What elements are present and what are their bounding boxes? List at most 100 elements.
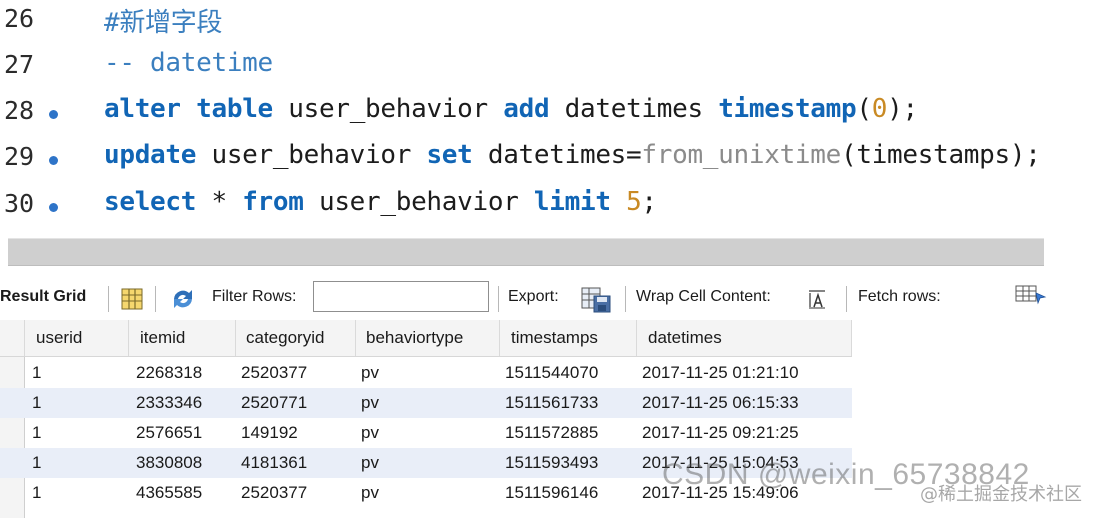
cell-itemid[interactable]: 2576651 (136, 423, 202, 443)
column-divider[interactable] (128, 320, 129, 356)
column-divider[interactable] (24, 320, 25, 356)
code-token: user_behavior (303, 187, 534, 217)
code-line: select * from user_behavior limit 5; (104, 187, 657, 217)
cell-categoryid[interactable]: 4181361 (241, 453, 307, 473)
editor-line[interactable]: 26 #新增字段 (0, 0, 1100, 46)
code-line: #新增字段 (104, 2, 222, 39)
table-row[interactable]: 1 2576651 149192 pv 1511572885 2017-11-2… (0, 418, 852, 448)
cell-behaviortype[interactable]: pv (361, 453, 379, 473)
code-token: -- datetime (104, 48, 273, 78)
cell-categoryid[interactable]: 2520377 (241, 483, 307, 503)
cell-categoryid[interactable]: 2520771 (241, 393, 307, 413)
cell-timestamps[interactable]: 1511544070 (505, 363, 598, 383)
code-line: -- datetime (104, 48, 273, 78)
filter-rows-input[interactable] (313, 281, 489, 312)
cell-itemid[interactable]: 4365585 (136, 483, 202, 503)
code-token: timestamp (718, 94, 857, 124)
cell-timestamps[interactable]: 1511596146 (505, 483, 598, 503)
column-divider[interactable] (235, 320, 236, 356)
cell-itemid[interactable]: 2333346 (136, 393, 202, 413)
cell-itemid[interactable]: 2268318 (136, 363, 202, 383)
cell-behaviortype[interactable]: pv (361, 423, 379, 443)
code-token: from (242, 187, 304, 217)
code-token: ( (856, 94, 872, 124)
code-token: 0 (871, 94, 888, 124)
column-header-datetimes[interactable]: datetimes (648, 328, 722, 348)
code-token: limit (533, 187, 611, 217)
toolbar-separator (625, 286, 626, 312)
line-number: 28 (4, 96, 35, 125)
cell-userid[interactable]: 1 (32, 483, 41, 503)
code-token: alter (104, 94, 181, 124)
column-divider[interactable] (499, 320, 500, 356)
statement-marker-icon[interactable] (49, 110, 58, 119)
column-divider[interactable] (851, 320, 852, 356)
cell-datetimes[interactable]: 2017-11-25 01:21:10 (642, 363, 799, 383)
toolbar-separator (108, 286, 109, 312)
code-token: select (104, 187, 197, 217)
code-token: datetimes (549, 94, 719, 124)
wrap-text-icon[interactable] (806, 288, 828, 310)
table-row[interactable]: 1 2333346 2520771 pv 1511561733 2017-11-… (0, 388, 852, 418)
cell-itemid[interactable]: 3830808 (136, 453, 202, 473)
cell-behaviortype[interactable]: pv (361, 393, 379, 413)
statement-marker-icon[interactable] (49, 203, 58, 212)
sql-editor[interactable]: 26 #新增字段 27 -- datetime 28 alter table u… (0, 0, 1100, 232)
line-number: 27 (4, 50, 35, 79)
column-header-timestamps[interactable]: timestamps (511, 328, 598, 348)
filter-rows-label: Filter Rows: (212, 288, 297, 305)
code-token: set (426, 140, 473, 170)
code-token: update (104, 140, 197, 170)
refresh-icon[interactable] (169, 286, 197, 312)
cell-datetimes[interactable]: 2017-11-25 09:21:25 (642, 423, 799, 443)
code-token: 5 (626, 187, 642, 217)
code-token: #新增字段 (104, 8, 223, 38)
cell-timestamps[interactable]: 1511561733 (505, 393, 598, 413)
editor-horizontal-scrollbar[interactable] (8, 238, 1044, 266)
code-token: user_behavior (196, 140, 427, 170)
cell-categoryid[interactable]: 2520377 (241, 363, 307, 383)
code-token: * (196, 187, 243, 217)
cell-userid[interactable]: 1 (32, 363, 41, 383)
column-header-categoryid[interactable]: categoryid (246, 328, 324, 348)
cell-datetimes[interactable]: 2017-11-25 06:15:33 (642, 393, 799, 413)
editor-line[interactable]: 28 alter table user_behavior add datetim… (0, 92, 1100, 138)
cell-behaviortype[interactable]: pv (361, 483, 379, 503)
toolbar-separator (155, 286, 156, 312)
statement-marker-icon[interactable] (49, 156, 58, 165)
code-token: from_unixtime (641, 140, 841, 170)
editor-line[interactable]: 27 -- datetime (0, 46, 1100, 92)
cell-userid[interactable]: 1 (32, 453, 41, 473)
column-header-itemid[interactable]: itemid (140, 328, 185, 348)
cell-timestamps[interactable]: 1511593493 (505, 453, 598, 473)
column-divider[interactable] (636, 320, 637, 356)
column-header-userid[interactable]: userid (36, 328, 82, 348)
line-number: 30 (4, 189, 35, 218)
grid-view-icon[interactable] (121, 287, 143, 311)
code-line: alter table user_behavior add datetimes … (104, 94, 918, 124)
cell-userid[interactable]: 1 (32, 423, 41, 443)
toolbar-separator (846, 286, 847, 312)
result-grid-tab[interactable]: Result Grid (0, 288, 86, 306)
table-row[interactable]: 1 2268318 2520377 pv 1511544070 2017-11-… (0, 358, 852, 388)
cell-timestamps[interactable]: 1511572885 (505, 423, 598, 443)
line-number: 29 (4, 142, 35, 171)
toolbar-separator (498, 286, 499, 312)
cell-categoryid[interactable]: 149192 (241, 423, 298, 443)
code-token: ); (887, 94, 918, 124)
line-number: 26 (4, 4, 35, 33)
editor-line[interactable]: 29 update user_behavior set datetimes=fr… (0, 138, 1100, 184)
wrap-cell-content-label: Wrap Cell Content: (636, 288, 771, 305)
export-icon[interactable] (580, 284, 612, 314)
cell-behaviortype[interactable]: pv (361, 363, 379, 383)
cell-userid[interactable]: 1 (32, 393, 41, 413)
fetch-rows-icon[interactable] (1014, 283, 1048, 307)
column-header-behaviortype[interactable]: behaviortype (366, 328, 463, 348)
code-token: add (503, 94, 550, 124)
column-divider[interactable] (355, 320, 356, 356)
watermark-small: @稀土掘金技术社区 (920, 484, 1082, 505)
result-toolbar: Result Grid Filter Rows: Export: Wrap Ce… (0, 280, 1100, 318)
code-token: (timestamps); (840, 140, 1041, 170)
editor-line[interactable]: 30 select * from user_behavior limit 5; (0, 185, 1100, 231)
